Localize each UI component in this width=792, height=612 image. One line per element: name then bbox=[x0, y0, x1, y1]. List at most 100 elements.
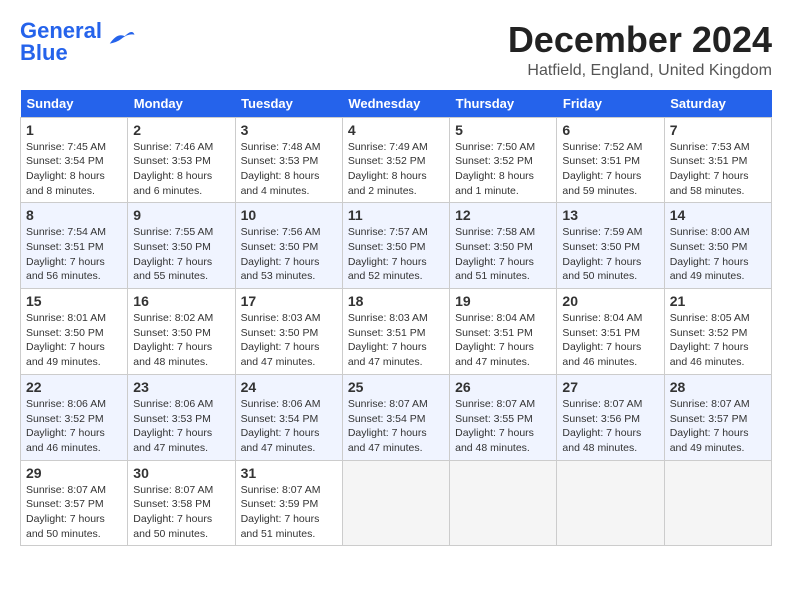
sunrise-label: Sunrise: 8:01 AM bbox=[26, 312, 106, 324]
daylight-label: Daylight: 7 hours and 47 minutes. bbox=[348, 341, 427, 368]
sunset-label: Sunset: 3:54 PM bbox=[26, 155, 104, 167]
sunrise-label: Sunrise: 8:07 AM bbox=[241, 484, 321, 496]
day-number: 1 bbox=[26, 122, 122, 138]
calendar-cell-1: 1 Sunrise: 7:45 AM Sunset: 3:54 PM Dayli… bbox=[21, 117, 128, 203]
day-info: Sunrise: 8:03 AM Sunset: 3:51 PM Dayligh… bbox=[348, 311, 444, 370]
day-info: Sunrise: 7:48 AM Sunset: 3:53 PM Dayligh… bbox=[241, 140, 337, 199]
day-info: Sunrise: 8:04 AM Sunset: 3:51 PM Dayligh… bbox=[455, 311, 551, 370]
sunrise-label: Sunrise: 7:52 AM bbox=[562, 141, 642, 153]
calendar-cell-29: 29 Sunrise: 8:07 AM Sunset: 3:57 PM Dayl… bbox=[21, 460, 128, 546]
sunset-label: Sunset: 3:57 PM bbox=[670, 413, 748, 425]
calendar-cell-4: 4 Sunrise: 7:49 AM Sunset: 3:52 PM Dayli… bbox=[342, 117, 449, 203]
daylight-label: Daylight: 7 hours and 47 minutes. bbox=[455, 341, 534, 368]
daylight-label: Daylight: 8 hours and 2 minutes. bbox=[348, 170, 427, 197]
daylight-label: Daylight: 8 hours and 8 minutes. bbox=[26, 170, 105, 197]
sunset-label: Sunset: 3:52 PM bbox=[670, 327, 748, 339]
daylight-label: Daylight: 7 hours and 58 minutes. bbox=[670, 170, 749, 197]
day-number: 16 bbox=[133, 293, 229, 309]
day-info: Sunrise: 8:00 AM Sunset: 3:50 PM Dayligh… bbox=[670, 225, 766, 284]
sunrise-label: Sunrise: 8:04 AM bbox=[455, 312, 535, 324]
sunrise-label: Sunrise: 8:07 AM bbox=[133, 484, 213, 496]
calendar-cell-14: 14 Sunrise: 8:00 AM Sunset: 3:50 PM Dayl… bbox=[664, 203, 771, 289]
day-info: Sunrise: 7:46 AM Sunset: 3:53 PM Dayligh… bbox=[133, 140, 229, 199]
calendar-cell-16: 16 Sunrise: 8:02 AM Sunset: 3:50 PM Dayl… bbox=[128, 289, 235, 375]
sunset-label: Sunset: 3:57 PM bbox=[26, 498, 104, 510]
daylight-label: Daylight: 7 hours and 49 minutes. bbox=[670, 427, 749, 454]
sunrise-label: Sunrise: 8:06 AM bbox=[26, 398, 106, 410]
day-info: Sunrise: 8:07 AM Sunset: 3:55 PM Dayligh… bbox=[455, 397, 551, 456]
sunrise-label: Sunrise: 7:57 AM bbox=[348, 226, 428, 238]
sunrise-label: Sunrise: 7:46 AM bbox=[133, 141, 213, 153]
sunset-label: Sunset: 3:53 PM bbox=[133, 413, 211, 425]
sunrise-label: Sunrise: 7:59 AM bbox=[562, 226, 642, 238]
daylight-label: Daylight: 7 hours and 46 minutes. bbox=[562, 341, 641, 368]
daylight-label: Daylight: 7 hours and 51 minutes. bbox=[241, 513, 320, 540]
sunrise-label: Sunrise: 8:02 AM bbox=[133, 312, 213, 324]
calendar-cell-8: 8 Sunrise: 7:54 AM Sunset: 3:51 PM Dayli… bbox=[21, 203, 128, 289]
day-info: Sunrise: 7:56 AM Sunset: 3:50 PM Dayligh… bbox=[241, 225, 337, 284]
day-number: 5 bbox=[455, 122, 551, 138]
day-number: 27 bbox=[562, 379, 658, 395]
day-number: 30 bbox=[133, 465, 229, 481]
day-number: 10 bbox=[241, 207, 337, 223]
sunset-label: Sunset: 3:50 PM bbox=[670, 241, 748, 253]
sunset-label: Sunset: 3:51 PM bbox=[455, 327, 533, 339]
page-title: December 2024 bbox=[508, 20, 772, 60]
daylight-label: Daylight: 7 hours and 50 minutes. bbox=[26, 513, 105, 540]
day-number: 19 bbox=[455, 293, 551, 309]
sunset-label: Sunset: 3:51 PM bbox=[562, 327, 640, 339]
day-number: 7 bbox=[670, 122, 766, 138]
daylight-label: Daylight: 8 hours and 4 minutes. bbox=[241, 170, 320, 197]
day-info: Sunrise: 7:54 AM Sunset: 3:51 PM Dayligh… bbox=[26, 225, 122, 284]
page-subtitle: Hatfield, England, United Kingdom bbox=[508, 62, 772, 80]
daylight-label: Daylight: 8 hours and 1 minute. bbox=[455, 170, 534, 197]
day-info: Sunrise: 7:59 AM Sunset: 3:50 PM Dayligh… bbox=[562, 225, 658, 284]
day-info: Sunrise: 8:07 AM Sunset: 3:57 PM Dayligh… bbox=[26, 483, 122, 542]
sunrise-label: Sunrise: 7:55 AM bbox=[133, 226, 213, 238]
day-info: Sunrise: 7:50 AM Sunset: 3:52 PM Dayligh… bbox=[455, 140, 551, 199]
day-number: 9 bbox=[133, 207, 229, 223]
day-number: 17 bbox=[241, 293, 337, 309]
calendar-cell-12: 12 Sunrise: 7:58 AM Sunset: 3:50 PM Dayl… bbox=[450, 203, 557, 289]
day-info: Sunrise: 8:06 AM Sunset: 3:54 PM Dayligh… bbox=[241, 397, 337, 456]
day-number: 22 bbox=[26, 379, 122, 395]
sunrise-label: Sunrise: 8:03 AM bbox=[241, 312, 321, 324]
daylight-label: Daylight: 7 hours and 47 minutes. bbox=[348, 427, 427, 454]
logo: GeneralBlue bbox=[20, 20, 136, 64]
sunset-label: Sunset: 3:51 PM bbox=[348, 327, 426, 339]
day-number: 21 bbox=[670, 293, 766, 309]
daylight-label: Daylight: 7 hours and 51 minutes. bbox=[455, 256, 534, 283]
sunset-label: Sunset: 3:51 PM bbox=[562, 155, 640, 167]
calendar-cell-17: 17 Sunrise: 8:03 AM Sunset: 3:50 PM Dayl… bbox=[235, 289, 342, 375]
sunset-label: Sunset: 3:50 PM bbox=[26, 327, 104, 339]
day-info: Sunrise: 7:49 AM Sunset: 3:52 PM Dayligh… bbox=[348, 140, 444, 199]
sunset-label: Sunset: 3:55 PM bbox=[455, 413, 533, 425]
day-number: 12 bbox=[455, 207, 551, 223]
calendar-cell-26: 26 Sunrise: 8:07 AM Sunset: 3:55 PM Dayl… bbox=[450, 374, 557, 460]
daylight-label: Daylight: 7 hours and 55 minutes. bbox=[133, 256, 212, 283]
sunset-label: Sunset: 3:54 PM bbox=[348, 413, 426, 425]
sunrise-label: Sunrise: 8:04 AM bbox=[562, 312, 642, 324]
sunset-label: Sunset: 3:50 PM bbox=[348, 241, 426, 253]
sunrise-label: Sunrise: 7:54 AM bbox=[26, 226, 106, 238]
calendar-cell-25: 25 Sunrise: 8:07 AM Sunset: 3:54 PM Dayl… bbox=[342, 374, 449, 460]
calendar-cell-22: 22 Sunrise: 8:06 AM Sunset: 3:52 PM Dayl… bbox=[21, 374, 128, 460]
sunrise-label: Sunrise: 7:50 AM bbox=[455, 141, 535, 153]
day-info: Sunrise: 7:52 AM Sunset: 3:51 PM Dayligh… bbox=[562, 140, 658, 199]
sunrise-label: Sunrise: 8:07 AM bbox=[670, 398, 750, 410]
empty-cell bbox=[664, 460, 771, 546]
calendar-cell-30: 30 Sunrise: 8:07 AM Sunset: 3:58 PM Dayl… bbox=[128, 460, 235, 546]
sunrise-label: Sunrise: 8:03 AM bbox=[348, 312, 428, 324]
sunset-label: Sunset: 3:53 PM bbox=[133, 155, 211, 167]
sunrise-label: Sunrise: 8:06 AM bbox=[241, 398, 321, 410]
calendar-cell-18: 18 Sunrise: 8:03 AM Sunset: 3:51 PM Dayl… bbox=[342, 289, 449, 375]
day-number: 20 bbox=[562, 293, 658, 309]
daylight-label: Daylight: 7 hours and 49 minutes. bbox=[670, 256, 749, 283]
calendar-table: SundayMondayTuesdayWednesdayThursdayFrid… bbox=[20, 90, 772, 547]
daylight-label: Daylight: 7 hours and 47 minutes. bbox=[241, 427, 320, 454]
calendar-cell-9: 9 Sunrise: 7:55 AM Sunset: 3:50 PM Dayli… bbox=[128, 203, 235, 289]
calendar-cell-23: 23 Sunrise: 8:06 AM Sunset: 3:53 PM Dayl… bbox=[128, 374, 235, 460]
daylight-label: Daylight: 7 hours and 50 minutes. bbox=[562, 256, 641, 283]
sunset-label: Sunset: 3:52 PM bbox=[348, 155, 426, 167]
day-info: Sunrise: 8:03 AM Sunset: 3:50 PM Dayligh… bbox=[241, 311, 337, 370]
